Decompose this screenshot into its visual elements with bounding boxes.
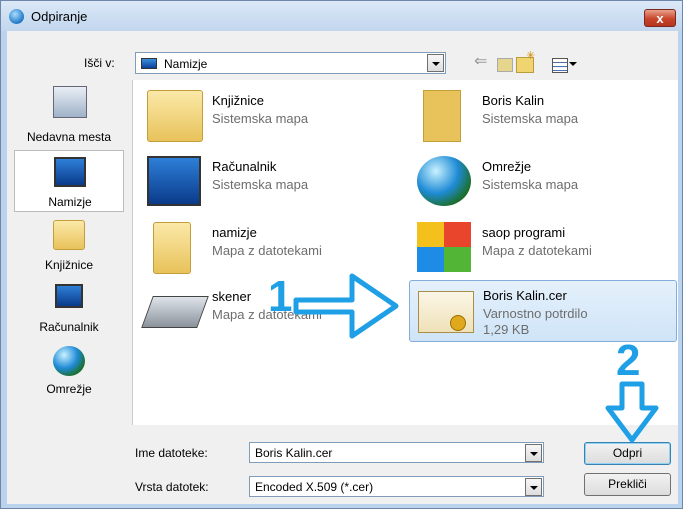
arrow-right-icon	[293, 273, 399, 339]
annotation-step-2: 2	[616, 336, 641, 385]
arrow-down-icon	[605, 381, 659, 443]
annotation-arrows	[293, 273, 659, 443]
